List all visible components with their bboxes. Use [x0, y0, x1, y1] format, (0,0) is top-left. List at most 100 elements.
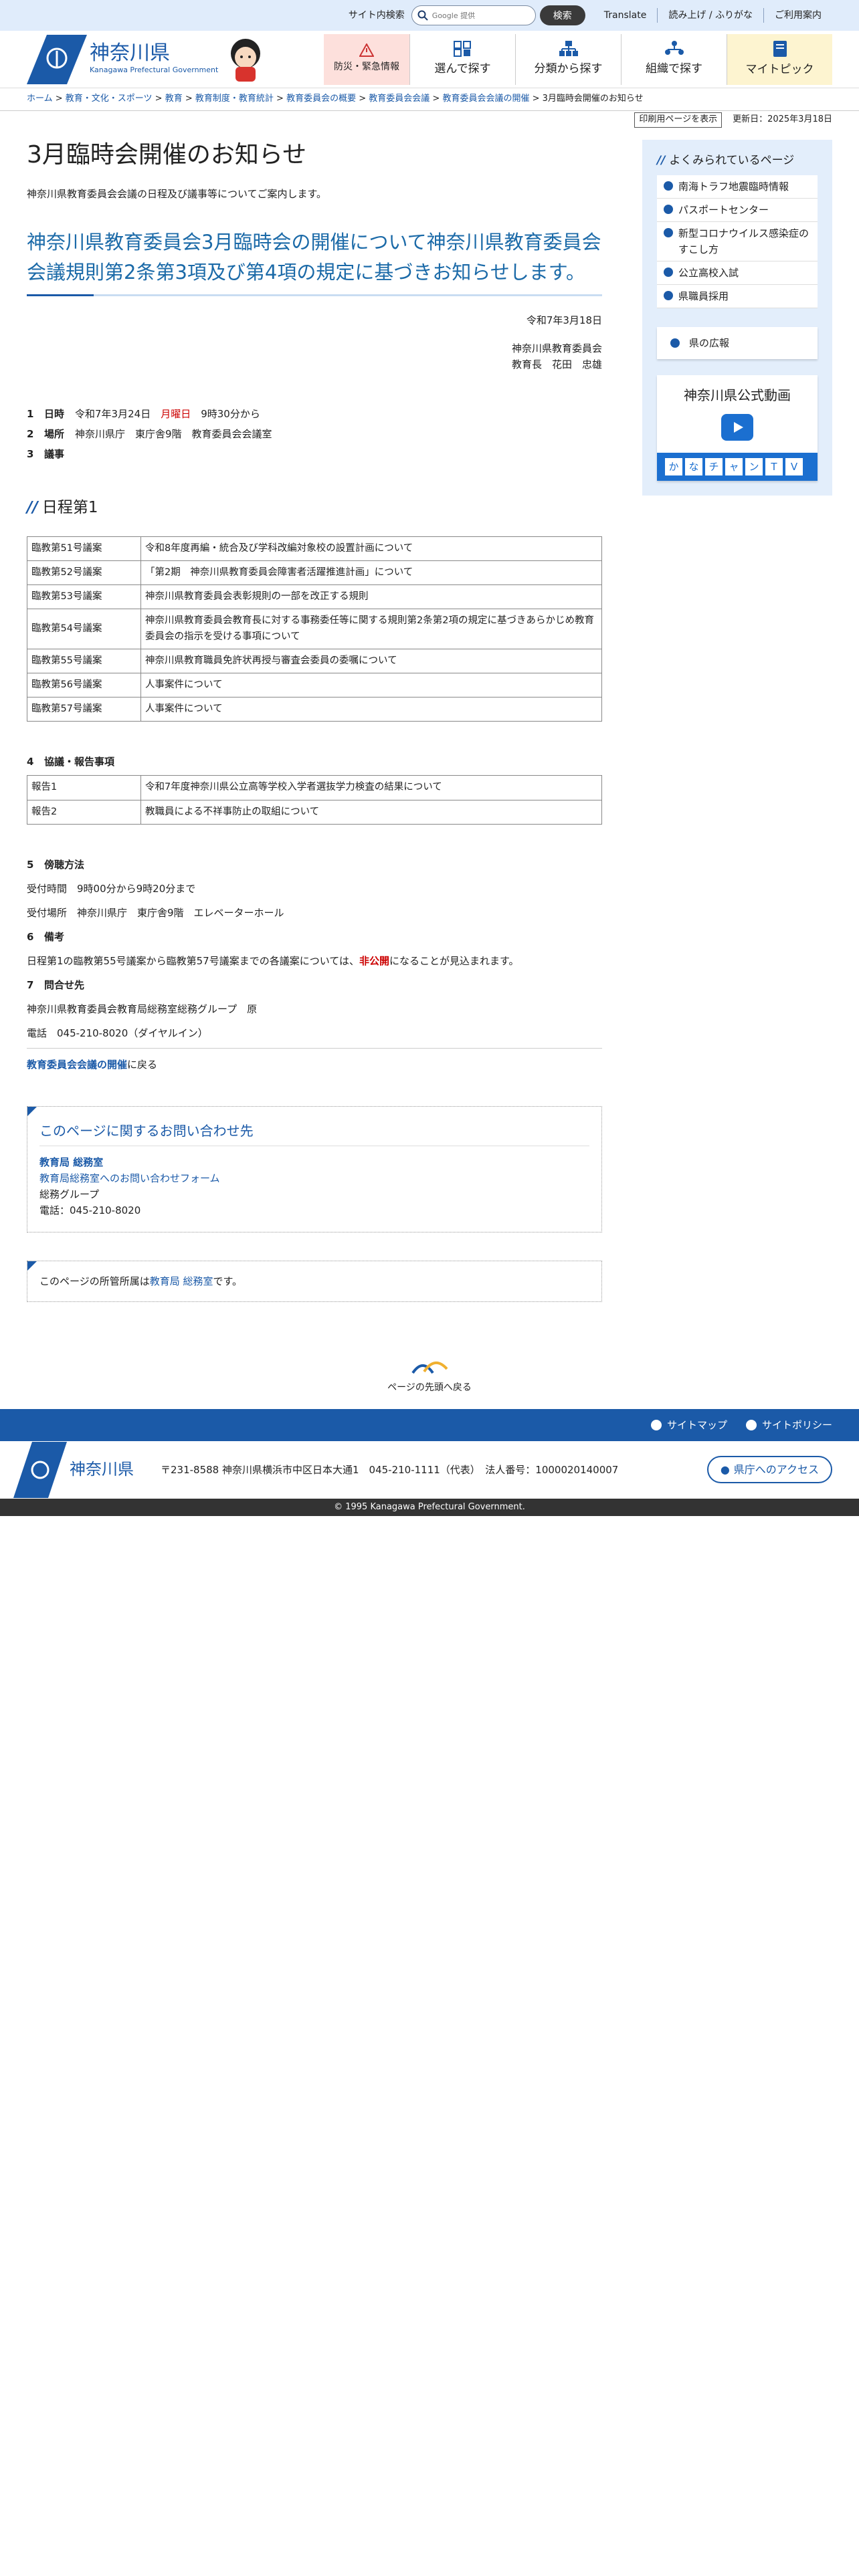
- crumb-education[interactable]: 教育: [165, 94, 183, 104]
- kanagawa-logo-icon: [27, 34, 87, 84]
- section-6: 6 備考: [27, 930, 65, 943]
- arrow-icon: [670, 338, 680, 348]
- table-row: 報告1 令和7年度神奈川県公立高等学校入学者選抜学力検査の結果について: [27, 775, 602, 800]
- footer-address: 〒231-8588 神奈川県横浜市中区日本大通1 045-210-1111（代表…: [161, 1463, 619, 1476]
- back-to-top[interactable]: ページの先頭へ戻る: [0, 1356, 859, 1396]
- logo-name: 神奈川県: [90, 41, 170, 66]
- play-icon: [721, 413, 753, 441]
- schedule-heading: 日程第1: [27, 496, 602, 520]
- inquiry-dept: 神奈川県教育委員会教育局総務室総務グループ 原: [27, 1002, 258, 1015]
- notice-date: 令和7年3月18日: [526, 314, 602, 327]
- search-input[interactable]: [432, 11, 533, 20]
- logo-english: Kanagawa Prefectural Government: [90, 66, 219, 75]
- updated-date: 更新日：2025年3月18日: [733, 114, 832, 124]
- contact-form-link[interactable]: 教育局総務室へのお問い合わせフォーム: [39, 1172, 220, 1184]
- back-link-row: 教育委員会会議の開催に戻る: [27, 1058, 158, 1071]
- reception-time: 受付時間 9時00分から9時20分まで: [27, 882, 196, 895]
- agenda-table: 臨教第51号議案 令和8年度再編・統合及び学科改編対象校の設置計画について 臨教第…: [27, 536, 602, 722]
- popular-pages-title: よくみられているページ: [657, 152, 818, 170]
- footer-links: サイトマップ サイトポリシー: [0, 1408, 859, 1441]
- nav-organization[interactable]: 組織で探す: [621, 33, 727, 85]
- notice-org: 神奈川県教育委員会: [511, 342, 602, 355]
- popular-link-3[interactable]: 新型コロナウイルス感染症のすこし方: [657, 221, 818, 261]
- arrow-icon: [664, 267, 673, 277]
- arrow-icon: [664, 227, 673, 237]
- report-table: 報告1 令和7年度神奈川県公立高等学校入学者選抜学力検査の結果について 報告2 教職…: [27, 775, 602, 825]
- guide-link[interactable]: ご利用案内: [763, 7, 832, 23]
- popular-link-5[interactable]: 県職員採用: [657, 284, 818, 308]
- nav-category[interactable]: 分類から探す: [515, 33, 621, 85]
- headline: 神奈川県教育委員会3月臨時会の開催について神奈川県教育委員会会議規則第2条第3項…: [27, 227, 602, 297]
- site-policy-link[interactable]: サイトポリシー: [745, 1417, 832, 1433]
- crumb-overview[interactable]: 教育委員会の概要: [286, 94, 356, 104]
- site-logo[interactable]: 神奈川県 Kanagawa Prefectural Government: [27, 34, 310, 84]
- footer-main: 神奈川県 〒231-8588 神奈川県横浜市中区日本大通1 045-210-11…: [0, 1441, 859, 1499]
- reading-link[interactable]: 読み上げ / ふりがな: [657, 7, 763, 23]
- intro-text: 神奈川県教育委員会会議の日程及び議事等についてご案内します。: [27, 188, 327, 201]
- translate-link[interactable]: Translate: [593, 8, 658, 23]
- back-to-meeting-link[interactable]: 教育委員会会議の開催: [27, 1059, 127, 1071]
- people-icon: [664, 40, 684, 55]
- nav-my-topic[interactable]: マイトピック: [727, 33, 832, 85]
- table-row: 臨教第51号議案 令和8年度再編・統合及び学科改編対象校の設置計画について: [27, 536, 602, 562]
- notice-person: 教育長 花田 忠雄: [511, 358, 602, 371]
- video-title: 神奈川県公式動画: [684, 387, 791, 403]
- table-row: 報告2 教職員による不祥事防止の取組について: [27, 799, 602, 825]
- section-4: 4 協議・報告事項: [27, 756, 115, 768]
- access-button[interactable]: ● 県庁へのアクセス: [706, 1455, 832, 1484]
- section-7: 7 問合せ先: [27, 978, 85, 991]
- item-agenda: 3 議事: [27, 448, 65, 461]
- sitemap-link[interactable]: サイトマップ: [650, 1417, 727, 1433]
- search-icon: [417, 10, 428, 21]
- official-video-banner[interactable]: 神奈川県公式動画 かなチャンTV: [657, 374, 818, 481]
- table-row: 臨教第52号議案 「第2期 神奈川県教育委員会障害者活躍推進計画」について: [27, 560, 602, 586]
- owner-dept-link[interactable]: 教育局 総務室: [150, 1275, 213, 1287]
- contact-tel: 電話：045-210-8020: [39, 1204, 141, 1216]
- crumb-current: 3月臨時会開催のお知らせ: [542, 94, 644, 104]
- popular-link-4[interactable]: 公立高校入試: [657, 261, 818, 285]
- global-nav: 防災・緊急情報 選んで探す 分類から探す 組織で探す マイトピック: [324, 33, 832, 85]
- hierarchy-icon: [559, 40, 578, 56]
- crumb-education-culture[interactable]: 教育・文化・スポーツ: [66, 94, 153, 104]
- reception-place: 受付場所 神奈川県庁 東庁舎9階 エレベーターホール: [27, 906, 284, 919]
- crumb-board-meeting[interactable]: 教育委員会会議: [369, 94, 430, 104]
- contact-dept-link[interactable]: 教育局 総務室: [39, 1156, 103, 1168]
- popular-pages-box: よくみられているページ 南海トラフ地震臨時情報 パスポートセンター 新型コロナウ…: [642, 139, 832, 496]
- breadcrumb: ホーム > 教育・文化・スポーツ > 教育 > 教育制度・教育統計 > 教育委員…: [0, 88, 859, 111]
- footer-logo-text: 神奈川県: [70, 1460, 134, 1479]
- item-datetime: 1 日時 令和7年3月24日 月曜日 9時30分から: [27, 408, 260, 421]
- location-icon: ●: [720, 1463, 730, 1476]
- remarks-text: 日程第1の臨教第55号議案から臨教第57号議案までの各議案については、非公開にな…: [27, 954, 519, 967]
- nav-disaster[interactable]: 防災・緊急情報: [324, 33, 409, 85]
- arrow-icon: [664, 181, 673, 191]
- section-5: 5 傍聴方法: [27, 858, 85, 871]
- page-title: 3月臨時会開催のお知らせ: [27, 140, 307, 169]
- update-row: 印刷用ページを表示 更新日：2025年3月18日: [0, 111, 859, 128]
- koho-link[interactable]: 県の広報: [657, 326, 818, 359]
- footer-logo-icon: [13, 1441, 67, 1498]
- owner-box: このページの所管所属は教育局 総務室です。: [27, 1260, 602, 1302]
- back-to-top-icon: [411, 1361, 448, 1374]
- table-row: 臨教第53号議案 神奈川県教育委員会表彰規則の一部を改正する規則: [27, 584, 602, 610]
- site-header: 神奈川県 Kanagawa Prefectural Government 防災・…: [0, 31, 859, 88]
- table-row: 臨教第55号議案 神奈川県教育職員免許状再授与審査会委員の委嘱について: [27, 648, 602, 673]
- crumb-meeting-held[interactable]: 教育委員会会議の開催: [442, 94, 529, 104]
- table-row: 臨教第56号議案 人事案件について: [27, 672, 602, 698]
- checklist-icon: [453, 40, 471, 57]
- search-label: サイト内検索: [348, 9, 405, 21]
- search-button[interactable]: 検索: [539, 5, 585, 25]
- inquiry-phone: 電話 045-210-8020（ダイヤルイン）: [27, 1025, 602, 1049]
- popular-link-1[interactable]: 南海トラフ地震臨時情報: [657, 175, 818, 199]
- item-place: 2 場所 神奈川県庁 東庁舎9階 教育委員会会議室: [27, 428, 272, 441]
- arrow-icon: [664, 290, 673, 300]
- print-button[interactable]: 印刷用ページを表示: [634, 112, 723, 128]
- nav-choose[interactable]: 選んで探す: [409, 33, 515, 85]
- kanachan-tv-logo: かなチャンTV: [657, 452, 818, 481]
- crumb-system[interactable]: 教育制度・教育統計: [195, 94, 274, 104]
- contact-group: 総務グループ: [39, 1188, 100, 1200]
- search-box[interactable]: [411, 5, 536, 25]
- popular-link-2[interactable]: パスポートセンター: [657, 198, 818, 222]
- copyright: © 1995 Kanagawa Prefectural Government.: [0, 1498, 859, 1516]
- mascot-icon: [231, 38, 261, 82]
- crumb-home[interactable]: ホーム: [27, 94, 53, 104]
